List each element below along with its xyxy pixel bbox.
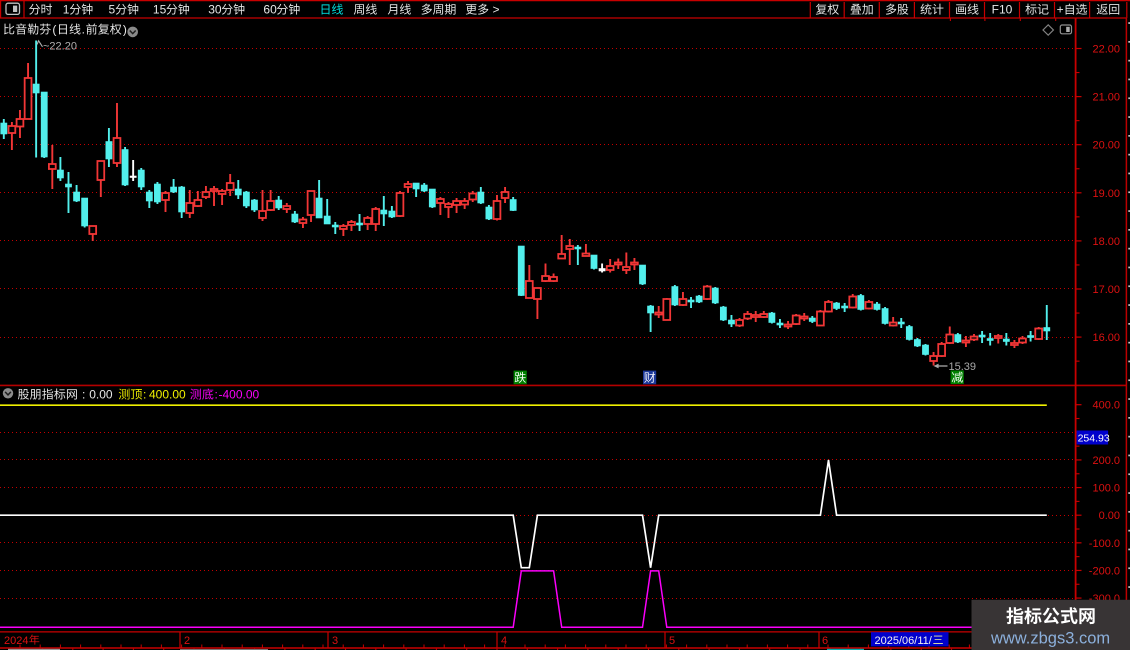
svg-text:100.0: 100.0 [1092, 483, 1120, 495]
svg-text:2: 2 [184, 635, 190, 647]
svg-text:30: 30 [208, 3, 222, 17]
svg-text:): ) [123, 23, 127, 37]
svg-text:15: 15 [153, 3, 167, 17]
svg-text:+: + [1057, 3, 1064, 17]
svg-text:4: 4 [501, 635, 507, 647]
svg-text:6: 6 [822, 635, 828, 647]
svg-text:400.00: 400.00 [149, 388, 186, 402]
svg-text:21.00: 21.00 [1092, 92, 1120, 104]
svg-text:>: > [493, 3, 500, 17]
svg-text:16.00: 16.00 [1092, 332, 1120, 344]
svg-text:254.93: 254.93 [1078, 432, 1110, 444]
svg-text:0.00: 0.00 [89, 388, 113, 402]
svg-text:5: 5 [109, 3, 116, 17]
svg-text:~22.20: ~22.20 [43, 41, 77, 53]
svg-text:0.00: 0.00 [1099, 510, 1120, 522]
svg-text::: : [143, 388, 146, 402]
svg-text:www.zbgs3.com: www.zbgs3.com [990, 630, 1110, 648]
svg-text:20.00: 20.00 [1092, 140, 1120, 152]
svg-text:2025/06/11/: 2025/06/11/ [875, 635, 933, 647]
svg-text:200.0: 200.0 [1092, 455, 1120, 467]
svg-text:-200.0: -200.0 [1089, 565, 1120, 577]
svg-text:-400.00: -400.00 [219, 388, 260, 402]
svg-text:(: ( [52, 23, 56, 37]
svg-text:18.00: 18.00 [1092, 236, 1120, 248]
svg-text:400.0: 400.0 [1092, 400, 1120, 412]
svg-text:.: . [82, 23, 85, 37]
svg-text:22.00: 22.00 [1092, 44, 1120, 56]
svg-text:60: 60 [263, 3, 277, 17]
svg-text::: : [82, 388, 85, 402]
svg-text:5: 5 [669, 635, 675, 647]
svg-text:2024: 2024 [4, 635, 28, 647]
svg-text:-100.0: -100.0 [1089, 538, 1120, 550]
svg-text:1: 1 [63, 3, 70, 17]
svg-text:F10: F10 [992, 3, 1013, 17]
svg-text:19.00: 19.00 [1092, 188, 1120, 200]
svg-text::: : [215, 388, 218, 402]
svg-text:3: 3 [332, 635, 338, 647]
svg-text:17.00: 17.00 [1092, 284, 1120, 296]
